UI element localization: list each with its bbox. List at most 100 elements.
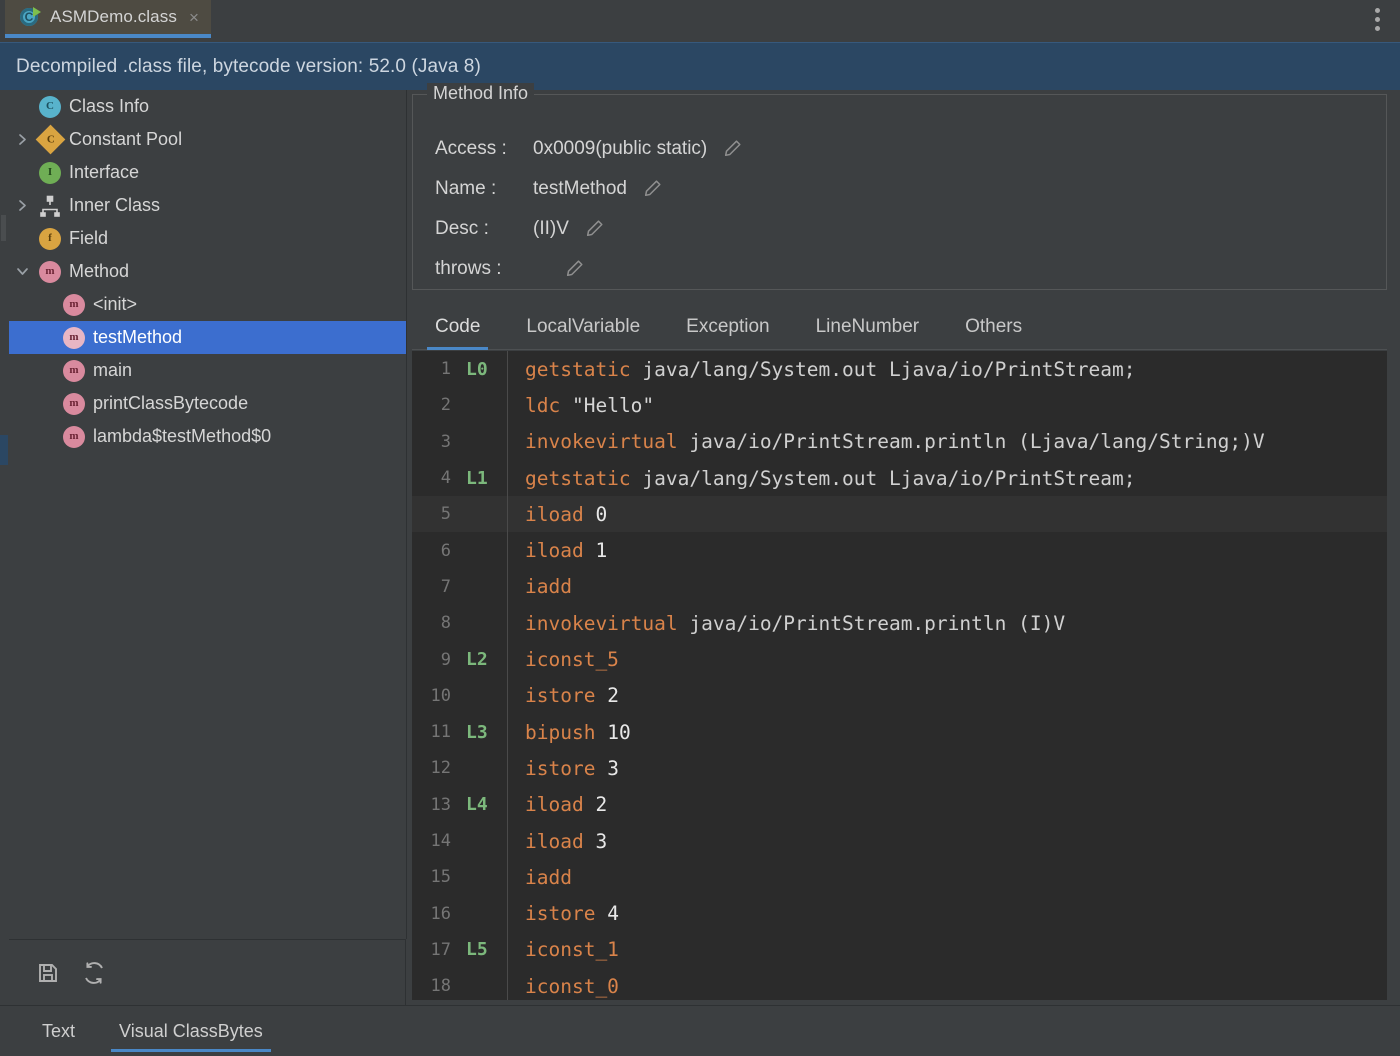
tree-item-testmethod[interactable]: mtestMethod [9,321,406,354]
constant-pool-icon: C [35,129,65,150]
code-line[interactable]: 9L2 iconst_5 [412,641,1387,677]
tab-localvariable[interactable]: LocalVariable [503,316,663,350]
tab-active-underline [5,34,211,38]
tab-linenumber[interactable]: LineNumber [793,316,943,350]
line-number: 6 [412,541,460,561]
code-line[interactable]: 10istore 2 [412,678,1387,714]
line-number: 9 [412,650,460,670]
more-options-icon[interactable] [1366,6,1388,32]
gutter-divider [507,351,508,1000]
chevron-down-icon[interactable] [9,265,35,278]
code-line[interactable]: 4L1getstatic java/lang/System.out Ljava/… [412,460,1387,496]
opcode: getstatic [525,467,631,490]
tree-item-printclassbytecode[interactable]: mprintClassBytecode [9,387,406,420]
method-info-row: Desc :(II)V [413,209,1386,249]
code-text: iconst_0 [507,975,619,998]
code-line[interactable]: 2ldc "Hello" [412,387,1387,423]
tree-item-class-info[interactable]: CClass Info [9,90,406,123]
chevron-right-icon[interactable] [9,133,35,146]
tree-item-constant-pool[interactable]: CConstant Pool [9,123,406,156]
code-line[interactable]: 5 iload 0 [412,496,1387,532]
code-text: bipush 10 [507,721,631,744]
method-info-key: Desc : [413,218,533,240]
tab-exception[interactable]: Exception [663,316,792,350]
tab-others[interactable]: Others [942,316,1045,350]
opcode: bipush [525,721,595,744]
bytecode-label: L1 [460,468,507,489]
tree-item-interface[interactable]: IInterface [9,156,406,189]
field-icon: f [35,228,65,250]
method-info-row: Name :testMethod [413,169,1386,209]
rail-marker [0,435,8,465]
tree-item-label: Field [65,228,108,249]
code-text: iconst_5 [507,648,619,671]
code-line[interactable]: 13L4iload 2 [412,787,1387,823]
refresh-icon[interactable] [81,960,107,986]
tree-item-method[interactable]: mMethod [9,255,406,288]
class-structure-tree[interactable]: CClass InfoCConstant PoolIInterfaceInner… [9,90,407,939]
editor-tab-asmdemo[interactable]: C ASMDemo.class × [5,0,211,34]
edit-pencil-icon[interactable] [583,218,605,240]
opcode-argument: 0 [595,503,607,526]
tree-item-inner-class[interactable]: Inner Class [9,189,406,222]
opcode: getstatic [525,358,631,381]
opcode: iload [525,830,584,853]
editor-vertical-scrollbar[interactable] [1387,351,1400,1000]
code-line[interactable]: 14iload 3 [412,823,1387,859]
opcode: iload [525,539,584,562]
edit-pencil-icon[interactable] [721,138,743,160]
opcode: iload [525,503,584,526]
line-number: 15 [412,867,460,887]
code-line[interactable]: 6 iload 1 [412,532,1387,568]
code-line[interactable]: 17L5iconst_1 [412,932,1387,968]
line-number: 7 [412,577,460,597]
opcode-argument: 2 [607,684,619,707]
code-line[interactable]: 7iadd [412,569,1387,605]
close-icon[interactable]: × [189,9,199,26]
line-number: 5 [412,504,460,524]
code-line[interactable]: 18iconst_0 [412,968,1387,1000]
bottom-tab-text[interactable]: Text [20,1006,97,1056]
bytecode-editor[interactable]: 1L0getstatic java/lang/System.out Ljava/… [412,351,1387,1000]
code-line[interactable]: 15 iadd [412,859,1387,895]
line-number: 16 [412,904,460,924]
tree-item-main[interactable]: mmain [9,354,406,387]
code-line[interactable]: 11L3bipush 10 [412,714,1387,750]
bytecode-label: L4 [460,794,507,815]
tree-item-label: Class Info [65,96,149,117]
chevron-right-icon[interactable] [9,199,35,212]
line-number: 1 [412,359,460,379]
tree-item-lambda-testmethod-0[interactable]: mlambda$testMethod$0 [9,420,406,453]
code-text: istore 3 [507,757,619,780]
opcode-argument: java/lang/System.out Ljava/io/PrintStrea… [642,467,1135,490]
code-line[interactable]: 16 istore 4 [412,895,1387,931]
code-text: istore 4 [507,902,619,925]
tree-item-init[interactable]: m<init> [9,288,406,321]
opcode-argument: 1 [595,539,607,562]
bytecode-label: L2 [460,649,507,670]
code-line[interactable]: 12istore 3 [412,750,1387,786]
opcode-argument: java/lang/System.out Ljava/io/PrintStrea… [642,358,1135,381]
method-info-value: testMethod [533,178,627,200]
code-text: iload 3 [507,830,607,853]
code-line[interactable]: 8invokevirtual java/io/PrintStream.print… [412,605,1387,641]
code-line[interactable]: 3invokevirtual java/io/PrintStream.print… [412,424,1387,460]
line-number: 17 [412,940,460,960]
opcode: iadd [525,866,572,889]
edit-pencil-icon[interactable] [563,258,585,280]
line-number: 11 [412,722,460,742]
tree-item-label: Constant Pool [65,129,182,150]
tab-code[interactable]: Code [412,316,503,350]
opcode-argument: 3 [607,757,619,780]
code-line[interactable]: 1L0getstatic java/lang/System.out Ljava/… [412,351,1387,387]
opcode: iconst_0 [525,975,619,998]
tree-item-field[interactable]: fField [9,222,406,255]
opcode: invokevirtual [525,612,678,635]
save-icon[interactable] [35,960,61,986]
edit-pencil-icon[interactable] [641,178,663,200]
detail-tab-strip[interactable]: CodeLocalVariableExceptionLineNumberOthe… [412,302,1387,350]
editor-view-tabs[interactable]: TextVisual ClassBytes [0,1005,1400,1056]
bottom-tab-visual-classbytes[interactable]: Visual ClassBytes [97,1006,285,1056]
opcode: iconst_5 [525,648,619,671]
tree-item-label: Method [65,261,129,282]
